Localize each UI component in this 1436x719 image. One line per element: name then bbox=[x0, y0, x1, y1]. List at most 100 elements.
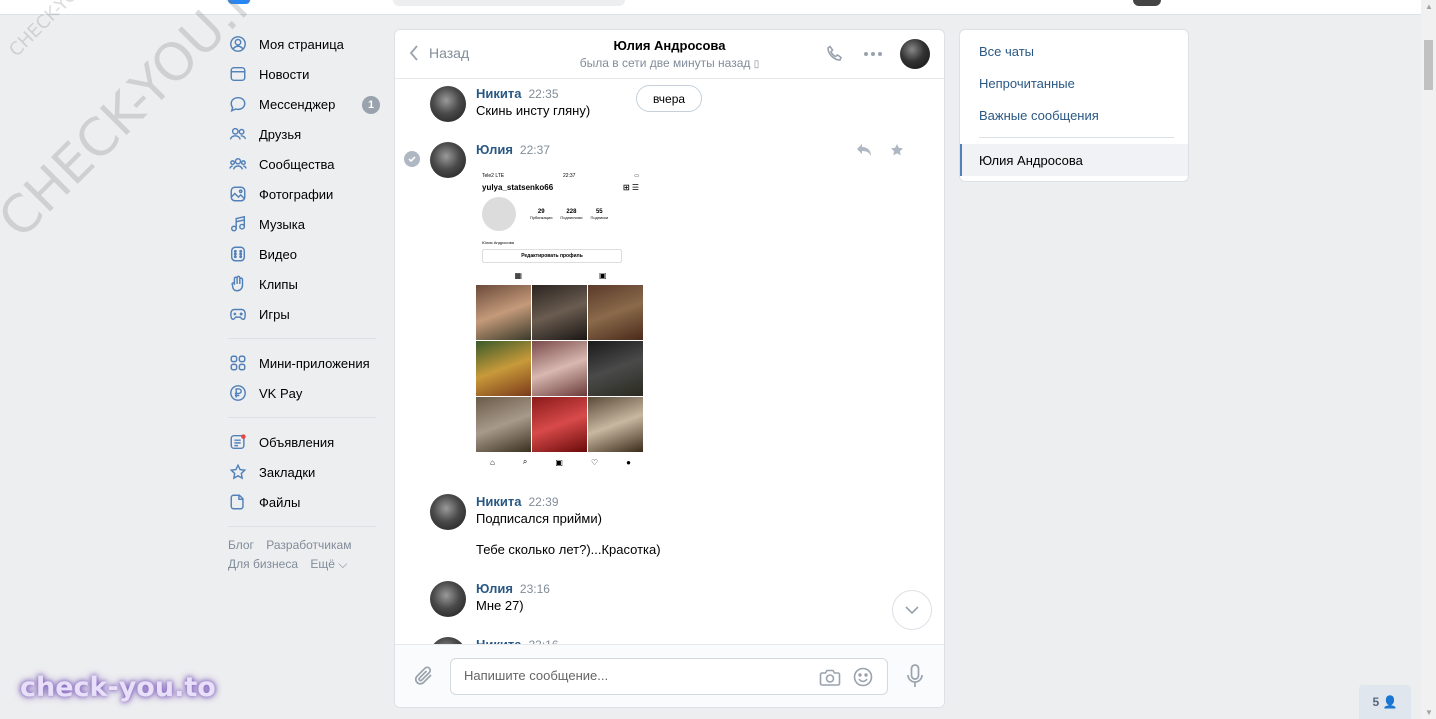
more-icon[interactable] bbox=[860, 39, 886, 69]
ig-tabs: ▦ ▣ bbox=[476, 267, 645, 283]
ig-following-count: 55 bbox=[595, 208, 603, 215]
phone-icon[interactable] bbox=[822, 39, 848, 69]
shop-icon: ▣ bbox=[555, 457, 563, 467]
person-icon: 👤 bbox=[1382, 695, 1398, 709]
scrollbar-thumb[interactable] bbox=[1424, 40, 1433, 90]
nav-communities[interactable]: Сообщества bbox=[228, 149, 378, 179]
photo-thumb bbox=[532, 341, 587, 396]
photo-thumb bbox=[532, 285, 587, 340]
camera-icon[interactable] bbox=[819, 667, 841, 690]
nav-files[interactable]: Файлы bbox=[228, 487, 378, 517]
ig-following-label: Подписки bbox=[590, 214, 609, 220]
nav-games[interactable]: Игры bbox=[228, 299, 378, 329]
message-time[interactable]: 22:37 bbox=[520, 143, 550, 157]
nav-label: Объявления bbox=[259, 434, 335, 450]
message-actions bbox=[838, 143, 904, 160]
online-count: 5 bbox=[1372, 695, 1380, 709]
online-friends-button[interactable]: 5 👤 bbox=[1359, 685, 1411, 719]
footer-more-link[interactable]: Ещё ⌵ bbox=[310, 557, 347, 571]
message-time[interactable]: 23:16 bbox=[520, 582, 550, 596]
nav-news[interactable]: Новости bbox=[228, 59, 378, 89]
ig-edit-profile-button: Редактировать профиль bbox=[482, 249, 622, 263]
ig-posts-label: Публикации bbox=[530, 214, 553, 220]
filter-divider bbox=[979, 137, 1174, 138]
nav-messenger[interactable]: Мессенджер 1 bbox=[228, 89, 380, 119]
paperclip-icon[interactable] bbox=[413, 665, 435, 690]
message-author[interactable]: Никита bbox=[476, 86, 521, 101]
chat-header-actions bbox=[810, 39, 930, 69]
star-icon[interactable] bbox=[890, 143, 904, 160]
nav-video[interactable]: Видео bbox=[228, 239, 378, 269]
apps-grid-icon bbox=[228, 353, 248, 373]
page-scrollbar[interactable]: ▲ ▼ bbox=[1421, 0, 1436, 719]
scroll-down-arrow-icon[interactable]: ▼ bbox=[1425, 708, 1433, 717]
nav-clips[interactable]: Клипы bbox=[228, 269, 378, 299]
photo-thumb bbox=[476, 285, 531, 340]
filter-important[interactable]: Важные сообщения bbox=[960, 99, 1188, 131]
clips-icon bbox=[228, 274, 248, 294]
peer-avatar[interactable] bbox=[900, 39, 930, 69]
tagged-icon: ▣ bbox=[598, 270, 607, 280]
message-text: Тебе сколько лет?)...Красотка) bbox=[476, 542, 661, 557]
footer-blog-link[interactable]: Блог bbox=[228, 538, 254, 552]
nav-mini-apps[interactable]: Мини-приложения bbox=[228, 348, 378, 378]
nav-label: Мини-приложения bbox=[259, 355, 370, 371]
reply-icon[interactable] bbox=[856, 143, 872, 160]
nav-friends[interactable]: Друзья bbox=[228, 119, 378, 149]
avatar[interactable] bbox=[430, 86, 466, 122]
newspaper-icon bbox=[228, 64, 248, 84]
message-author[interactable]: Юлия bbox=[476, 581, 513, 596]
left-sidebar: Моя страница Новости Мессенджер 1 Друзья… bbox=[228, 29, 380, 574]
message-author[interactable]: Юлия bbox=[476, 142, 513, 157]
footer-dev-link[interactable]: Разработчикам bbox=[266, 538, 351, 552]
search-icon: ⌕ bbox=[522, 457, 528, 466]
message-author[interactable]: Никита bbox=[476, 494, 521, 509]
avatar[interactable] bbox=[430, 142, 466, 178]
chat-window: Назад Юлия Андросова была в сети две мин… bbox=[394, 29, 945, 708]
nav-label: Закладки bbox=[259, 464, 316, 480]
battery-icon: ▭ bbox=[634, 173, 639, 179]
scroll-down-button[interactable] bbox=[892, 590, 932, 630]
gamepad-icon bbox=[228, 304, 248, 324]
message-text: Подписался прийми) bbox=[476, 511, 602, 526]
check-icon bbox=[404, 151, 420, 167]
nav-music[interactable]: Музыка bbox=[228, 209, 378, 239]
ig-followers-label: Подписчики bbox=[560, 214, 583, 220]
video-icon bbox=[228, 244, 248, 264]
avatar[interactable] bbox=[430, 581, 466, 617]
message-input[interactable] bbox=[464, 668, 804, 683]
top-header bbox=[0, 0, 1421, 15]
message-text: Мне 27) bbox=[476, 598, 524, 613]
avatar[interactable] bbox=[430, 494, 466, 530]
message-time[interactable]: 22:39 bbox=[528, 495, 558, 509]
nav-ads[interactable]: Объявления bbox=[228, 427, 378, 457]
nav-my-page[interactable]: Моя страница bbox=[228, 29, 378, 59]
filter-all-chats[interactable]: Все чаты bbox=[960, 35, 1188, 67]
nav-label: Моя страница bbox=[259, 36, 344, 52]
phone-status-bar: Tele2 LTE 22:37 ▭ bbox=[476, 171, 645, 181]
communities-icon bbox=[228, 154, 248, 174]
filter-unread[interactable]: Непрочитанные bbox=[960, 67, 1188, 99]
friends-icon bbox=[228, 124, 248, 144]
mobile-icon: ▯ bbox=[753, 59, 760, 70]
footer-business-link[interactable]: Для бизнеса bbox=[228, 557, 298, 571]
photo-thumb bbox=[476, 397, 531, 452]
nav-vk-pay[interactable]: VK Pay bbox=[228, 378, 378, 408]
nav-label: Фотографии bbox=[259, 186, 334, 202]
message-time[interactable]: 22:35 bbox=[528, 87, 558, 101]
photo-icon bbox=[228, 184, 248, 204]
emoji-icon[interactable] bbox=[853, 667, 873, 690]
header-avatar[interactable] bbox=[1133, 0, 1161, 6]
nav-label: Новости bbox=[259, 66, 310, 82]
message-bubble-icon bbox=[228, 94, 248, 114]
microphone-icon[interactable] bbox=[906, 664, 924, 691]
grid-icon: ▦ bbox=[514, 270, 523, 280]
nav-bookmarks[interactable]: Закладки bbox=[228, 457, 378, 487]
search-input[interactable] bbox=[393, 0, 625, 6]
chat-header: Назад Юлия Андросова была в сети две мин… bbox=[395, 30, 944, 79]
open-chat-tab[interactable]: Юлия Андросова bbox=[960, 144, 1188, 176]
nav-photos[interactable]: Фотографии bbox=[228, 179, 378, 209]
screenshot-attachment[interactable]: Tele2 LTE 22:37 ▭ yulya_statsenko66 ⊞ ☰ 29 П… bbox=[476, 171, 645, 469]
scroll-up-arrow-icon[interactable]: ▲ bbox=[1425, 2, 1433, 11]
vk-logo[interactable] bbox=[228, 0, 250, 4]
